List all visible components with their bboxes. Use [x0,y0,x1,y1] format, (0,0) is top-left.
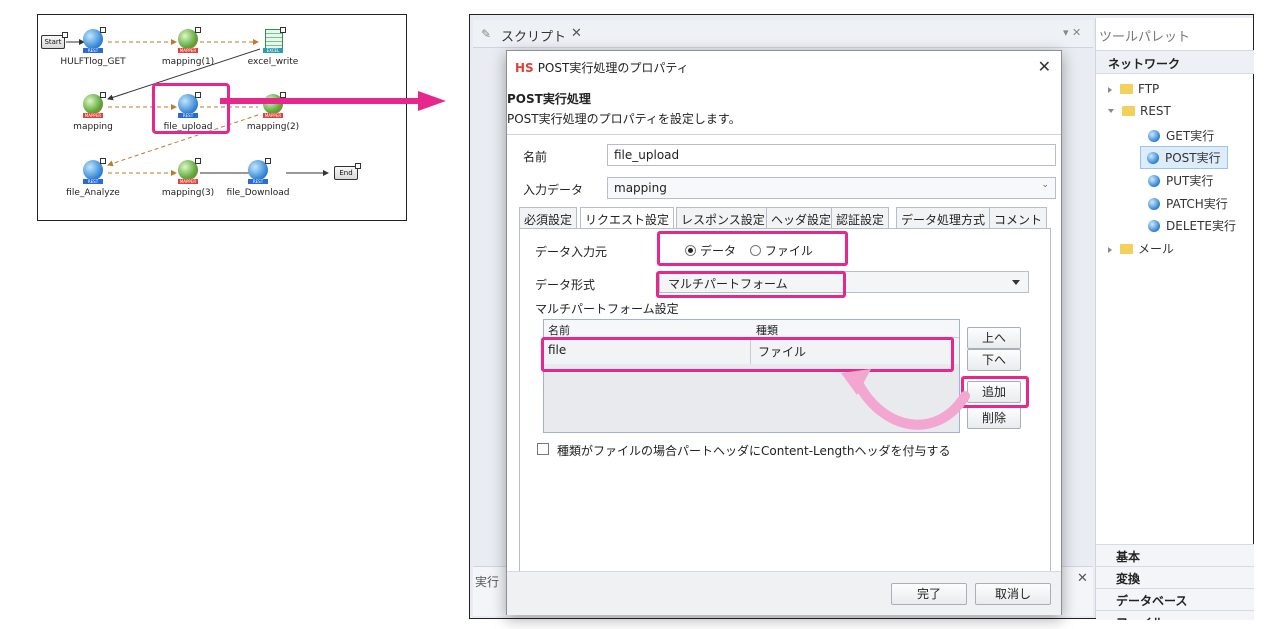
node-label: mapping [73,122,113,132]
folder-icon [1122,106,1135,116]
rest-icon [1148,198,1160,210]
flow-node[interactable]: REST file_Download [213,158,303,198]
input-data-select[interactable]: mapping ⌄ [607,177,1056,199]
dialog-titlebar: HS POST実行処理のプロパティ ✕ [507,51,1061,83]
tree-item-delete[interactable]: DELETE実行 [1148,217,1236,234]
script-editor-tab[interactable]: ✎ スクリプト ✕ ▾ ✕ [473,20,1093,48]
script-icon: ✎ [481,27,492,41]
tree-item-mail[interactable]: メール [1108,240,1174,257]
rest-icon [1147,152,1159,164]
palette-category[interactable]: ファイル [1096,610,1254,620]
close-icon[interactable]: ✕ [1077,571,1088,586]
tree-item-get[interactable]: GET実行 [1148,127,1214,144]
format-label: データ形式 [535,278,596,292]
node-label: HULFTlog_GET [60,57,126,67]
tab-response[interactable]: レスポンス設定 [676,207,770,229]
rest-icon: REST [79,27,107,55]
tab-comment[interactable]: コメント [989,207,1048,229]
highlight-file-upload [152,83,230,134]
ok-button[interactable]: 完了 [891,583,967,605]
hs-logo-icon: HS [515,61,534,75]
content-length-label: 種類がファイルの場合パートヘッダにContent-Lengthヘッダを付与する [557,444,951,458]
name-label: 名前 [523,150,548,164]
expand-icon [1108,247,1112,253]
close-icon[interactable]: ✕ [1038,57,1051,76]
folder-icon [1120,84,1133,94]
source-label: データ入力元 [535,245,608,259]
name-field[interactable]: file_upload [607,144,1056,166]
mapper-icon: MAPPER [79,92,107,120]
pointer-arrow [220,91,446,111]
node-label: file_Analyze [66,188,120,198]
node-label: file_Download [226,188,290,198]
grid-header: 名前 種類 [544,320,959,338]
node-label: excel_write [247,57,299,67]
tab-data-processing[interactable]: データ処理方式 [896,207,991,229]
tab-required[interactable]: 必須設定 [519,207,578,229]
content-length-checkbox[interactable] [537,443,549,455]
tree-item-put[interactable]: PUT実行 [1148,172,1213,189]
tree-item-rest[interactable]: REST [1108,104,1171,118]
palette-category[interactable]: 変換 [1096,566,1254,588]
move-up-button[interactable]: 上へ [967,327,1021,349]
highlight-format [656,271,846,298]
collapse-icon [1108,109,1114,113]
flow-node[interactable]: REST file_Analyze [48,158,138,198]
node-label: mapping(1) [161,57,215,67]
dialog-header: POST実行処理 POST実行処理のプロパティを設定します。 [507,83,1061,133]
flow-node[interactable]: EXCEL excel_write [228,27,318,67]
rest-icon [1148,220,1160,232]
tree-item-patch[interactable]: PATCH実行 [1148,195,1228,212]
palette-category[interactable]: 基本 [1096,544,1254,566]
dialog-title: POST実行処理のプロパティ [537,61,689,75]
input-data-label: 入力データ [523,183,584,197]
curved-arrow [841,369,970,430]
excel-icon: EXCEL [259,27,287,55]
palette-title: ネットワーク [1096,50,1254,74]
cancel-button[interactable]: 取消し [975,583,1051,605]
view-menu-icon[interactable]: ▾ ✕ [1063,26,1081,39]
tab-header[interactable]: ヘッダ設定 [766,207,837,229]
properties-dialog: HS POST実行処理のプロパティ ✕ POST実行処理 POST実行処理のプロパ… [506,50,1062,615]
tab-auth[interactable]: 認証設定 [831,207,890,229]
mapper-icon: MAPPER [174,158,202,186]
dialog-description: POST実行処理のプロパティを設定します。 [507,112,741,126]
close-icon[interactable]: ✕ [571,26,582,41]
tree-item-post[interactable]: POST実行 [1140,146,1228,169]
mapper-icon: MAPPER [174,27,202,55]
rest-icon: REST [79,158,107,186]
chevron-down-icon: ⌄ [1041,180,1049,190]
flow-node[interactable]: MAPPER mapping [48,92,138,132]
rest-icon [1148,175,1160,187]
tab-request[interactable]: リクエスト設定 [580,207,675,230]
folder-icon [1120,244,1133,254]
end-node[interactable]: End [334,163,361,180]
dropdown-arrow-icon [1012,280,1020,285]
expand-icon [1108,87,1112,93]
flow-node[interactable]: MAPPER mapping(1) [143,27,233,67]
highlight-source [657,231,848,266]
tree-item-ftp[interactable]: FTP [1108,82,1159,96]
column-header-type[interactable]: 種類 [756,322,778,338]
column-header-name[interactable]: 名前 [548,322,570,338]
dialog-footer: 完了 取消し [507,571,1061,615]
divider [507,134,1061,135]
rest-icon [1148,130,1160,142]
tool-palette: ツールパレット ネットワーク FTP REST GET実行 POST実行 PUT… [1095,18,1254,620]
multipart-settings-label: マルチパートフォーム設定 [535,302,679,316]
flow-node[interactable]: REST HULFTlog_GET [48,27,138,67]
node-label: mapping(2) [246,122,300,132]
rest-icon: REST [244,158,272,186]
dialog-heading: POST実行処理 [507,92,591,106]
palette-category[interactable]: データベース [1096,588,1254,610]
